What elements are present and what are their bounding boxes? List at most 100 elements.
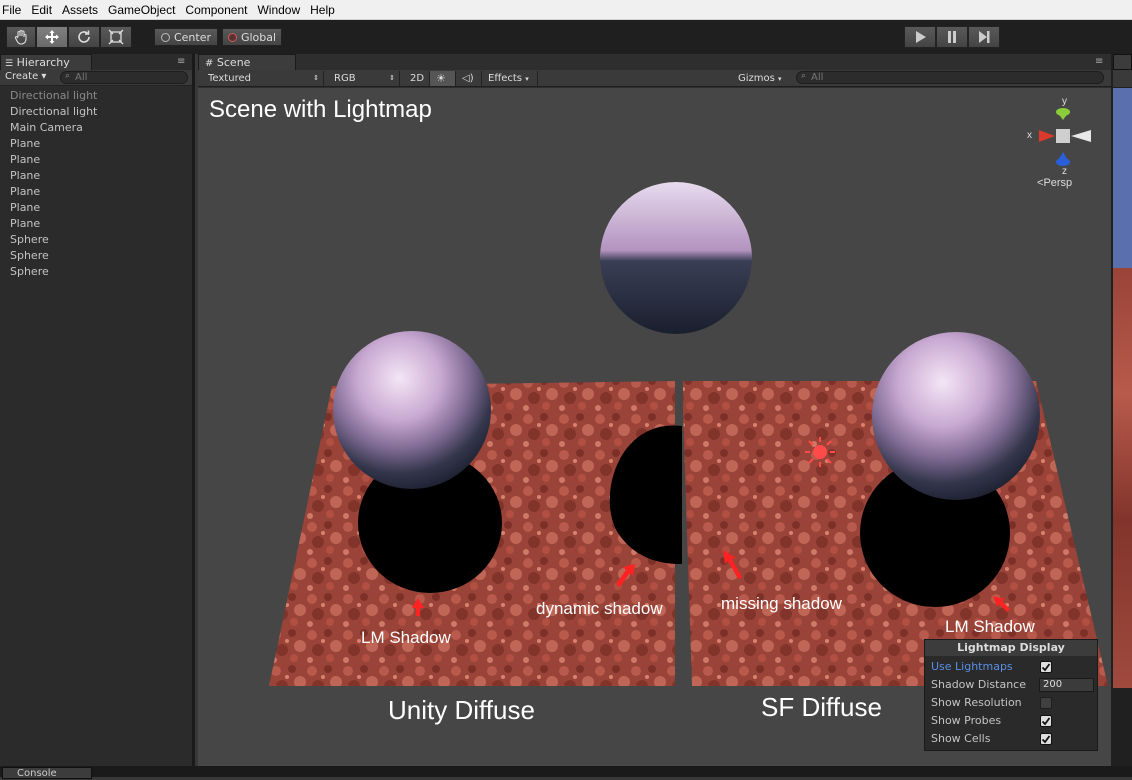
gizmos-dropdown[interactable]: Gizmos ▾ (732, 71, 790, 86)
checkmark-icon (1041, 735, 1051, 744)
hand-tool-button[interactable] (6, 26, 36, 48)
panel-menu-icon[interactable]: ≡ (177, 56, 185, 67)
axis-z-label: z (1062, 166, 1067, 177)
hand-icon (14, 29, 27, 45)
use-lightmaps-label: Use Lightmaps (931, 660, 1013, 673)
bottom-panel-bar: Console (0, 766, 1132, 779)
scene-tab[interactable]: # Scene (198, 54, 296, 70)
play-button[interactable] (904, 26, 936, 48)
show-cells-checkbox[interactable] (1040, 733, 1052, 745)
dynamic-shadow-label: dynamic shadow (536, 599, 663, 618)
console-tab[interactable]: Console (2, 767, 92, 779)
scene-tab-label: Scene (216, 56, 251, 69)
axis-x-label: x (1027, 130, 1032, 141)
menu-window[interactable]: Window (255, 3, 306, 17)
render-mode-dropdown[interactable]: RGB ⇕ (328, 71, 400, 86)
hierarchy-tab-label: Hierarchy (16, 56, 70, 69)
menu-bar: File Edit Assets GameObject Component Wi… (0, 0, 1132, 20)
panel-menu-icon[interactable]: ≡ (1095, 56, 1103, 67)
play-icon (916, 31, 926, 43)
sphere-top (600, 182, 752, 334)
axis-gizmo-icon (1039, 108, 1091, 166)
list-item[interactable]: Sphere (10, 232, 49, 248)
scene-panel: # Scene ≡ Textured ⇕ RGB ⇕ 2D ☀ ◁) Effec… (198, 54, 1111, 766)
global-label: Global (240, 30, 277, 44)
scene-toolbar: Textured ⇕ RGB ⇕ 2D ☀ ◁) Effects ▾ Gizmo… (198, 70, 1111, 87)
viewport-title: Scene with Lightmap (209, 96, 432, 123)
menu-gameobject[interactable]: GameObject (106, 3, 181, 17)
lightmap-display-panel: Lightmap Display Use Lightmaps Shadow Di… (924, 639, 1098, 751)
game-view-sliver[interactable] (1111, 54, 1132, 766)
step-icon (979, 31, 990, 43)
rotate-tool-button[interactable] (68, 26, 100, 48)
game-toolbar (1113, 70, 1132, 87)
use-lightmaps-checkbox[interactable] (1040, 661, 1052, 673)
list-item[interactable]: Plane (10, 168, 40, 184)
scene-viewport[interactable]: y x z <Persp Scene with Lightmap LM Shad… (198, 88, 1111, 766)
list-item[interactable]: Main Camera (10, 120, 83, 136)
step-button[interactable] (968, 26, 1000, 48)
globe-icon (227, 32, 237, 42)
move-tool-button[interactable] (36, 26, 68, 48)
grid-icon: # (205, 58, 214, 69)
chevron-down-icon: ▾ (778, 75, 782, 83)
create-dropdown[interactable]: Create ▾ (5, 71, 46, 82)
list-item[interactable]: Plane (10, 184, 40, 200)
list-item[interactable]: Directional light (10, 88, 97, 104)
global-local-button[interactable]: Global (222, 28, 282, 46)
dropdown-arrows-icon: ⇕ (389, 74, 395, 82)
scene-lighting-toggle[interactable]: ☀ (430, 71, 456, 86)
show-resolution-checkbox[interactable] (1040, 697, 1052, 709)
lm-shadow-left-label: LM Shadow (361, 628, 451, 647)
chevron-down-icon: ▾ (525, 75, 529, 83)
main-toolbar: Center Global (0, 20, 1132, 54)
list-item[interactable]: Plane (10, 216, 40, 232)
scale-tool-button[interactable] (100, 26, 132, 48)
shadow-distance-input[interactable]: 200 (1039, 678, 1094, 692)
audio-toggle[interactable]: ◁) (456, 71, 482, 86)
shading-mode-value: Textured (208, 73, 251, 84)
game-sky (1113, 88, 1132, 268)
scale-icon (108, 29, 124, 45)
lm-shadow-right-label: LM Shadow (945, 617, 1035, 636)
menu-component[interactable]: Component (183, 3, 253, 17)
hierarchy-toolbar: Create ▾ ⌕ All (0, 70, 192, 86)
effects-dropdown[interactable]: Effects ▾ (482, 71, 538, 86)
menu-help[interactable]: Help (308, 3, 341, 17)
show-cells-label: Show Cells (931, 732, 991, 745)
list-item[interactable]: Directional light (10, 104, 97, 120)
sphere-right (872, 332, 1040, 500)
render-mode-value: RGB (334, 73, 356, 84)
game-tab[interactable] (1113, 54, 1132, 70)
pause-button[interactable] (936, 26, 968, 48)
menu-assets[interactable]: Assets (60, 3, 104, 17)
persp-label: Persp (1043, 177, 1073, 189)
speaker-icon: ◁) (462, 73, 474, 84)
list-item[interactable]: Plane (10, 136, 40, 152)
list-item[interactable]: Plane (10, 152, 40, 168)
dropdown-arrows-icon: ⇕ (313, 74, 319, 82)
center-label: Center (173, 30, 212, 44)
scene-search-input[interactable]: ⌕ All (796, 71, 1104, 84)
missing-shadow-label: missing shadow (721, 594, 842, 613)
list-item[interactable]: Plane (10, 200, 40, 216)
search-icon: ⌕ (801, 71, 807, 81)
show-resolution-label: Show Resolution (931, 696, 1022, 709)
hierarchy-tab[interactable]: ☰ Hierarchy (0, 54, 92, 70)
game-ground (1113, 268, 1132, 688)
hierarchy-search-input[interactable]: ⌕ All (60, 71, 188, 84)
lightmap-display-title: Lightmap Display (925, 640, 1097, 656)
list-item[interactable]: Sphere (10, 248, 49, 264)
menu-edit[interactable]: Edit (29, 3, 58, 17)
show-probes-label: Show Probes (931, 714, 1002, 727)
menu-file[interactable]: File (0, 3, 27, 17)
gizmos-label: Gizmos (738, 73, 775, 84)
pivot-center-button[interactable]: Center (154, 28, 218, 46)
shadow-distance-label: Shadow Distance (931, 678, 1026, 691)
persp-toggle[interactable]: <Persp (1037, 177, 1072, 189)
list-icon: ☰ (5, 59, 14, 69)
list-item[interactable]: Sphere (10, 264, 49, 280)
2d-toggle[interactable]: 2D (404, 71, 430, 86)
shading-mode-dropdown[interactable]: Textured ⇕ (202, 71, 324, 86)
show-probes-checkbox[interactable] (1040, 715, 1052, 727)
